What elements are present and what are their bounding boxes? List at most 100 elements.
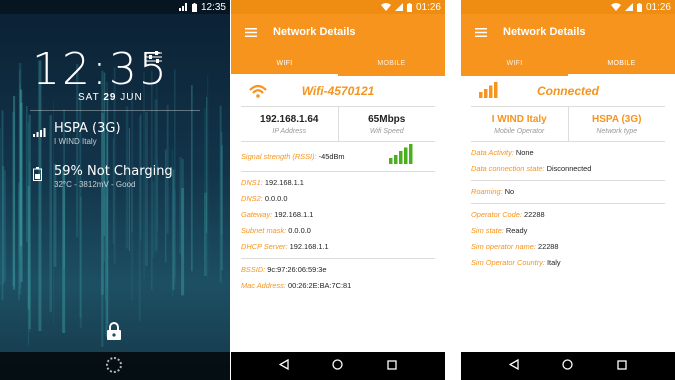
sliders-icon[interactable] [146, 50, 162, 69]
detail-value: 0.0.0.0 [288, 226, 311, 235]
lock-status-bar: 12:35 [0, 0, 230, 14]
detail-value: 0.0.0.0 [264, 194, 288, 203]
detail-row: Sim state: Ready [471, 223, 665, 239]
detail-row: Mac Address: 00:26:2E:BA:7C:81 [241, 278, 435, 294]
app-toolbar: Network Details [461, 14, 675, 50]
detail-row: DNS1: 192.168.1.1 [241, 175, 435, 191]
tab-mobile[interactable]: MOBILE [338, 50, 445, 76]
detail-value: Disconnected [546, 164, 592, 173]
date-month: JUN [120, 92, 143, 103]
status-bar: 01:26 [231, 0, 445, 14]
mac-section: BSSID: 9c:97:26:06:59:3e Mac Address: 00… [241, 259, 435, 297]
detail-key: Sim operator name: [471, 242, 536, 251]
detail-value: 192.168.1.1 [264, 178, 304, 187]
detail-value: Ready [505, 226, 528, 235]
wifi-status-icon [178, 3, 188, 11]
detail-key: DNS2: [241, 194, 263, 203]
lock-date: SAT 29 JUN [78, 92, 143, 103]
app-toolbar: Network Details [231, 14, 445, 50]
signal-label: Signal strength (RSSI): [241, 151, 317, 161]
detail-row: Sim operator name: 22288 [471, 239, 665, 255]
tab-bar: WIFI MOBILE [231, 50, 445, 76]
detail-key: Data Activity: [471, 148, 514, 157]
ssid: Wifi-4570121 [301, 84, 375, 98]
wifi-summary: 192.168.1.64 IP Address 65Mbps Wifi Spee… [241, 106, 435, 142]
roaming-section: Roaming: No [471, 181, 665, 204]
loading-spinner-icon [106, 357, 122, 373]
battery-widget[interactable]: 59% Not Charging 32°C - 3812mV - Good [33, 164, 173, 189]
tab-wifi[interactable]: WIFI [461, 50, 568, 76]
lock-screen: 12:35 12:35 SAT 29 JUN HSPA (3G) I WIND … [0, 0, 230, 380]
network-type: HSPA (3G) [592, 113, 642, 125]
detail-key: Sim state: [471, 226, 504, 235]
detail-key: Gateway: [241, 210, 273, 219]
battery-status-icon [636, 2, 642, 12]
detail-key: Operator Code: [471, 210, 522, 219]
operator-cell: I WIND Italy Mobile Operator [471, 107, 568, 141]
network-type-label: Network type [596, 127, 638, 135]
tab-mobile[interactable]: MOBILE [568, 50, 675, 76]
status-bar: 01:26 [461, 0, 675, 14]
sim-section: Operator Code: 22288 Sim state: Ready Si… [471, 204, 665, 274]
back-icon[interactable] [278, 357, 289, 375]
detail-row: Sim Operator Country: Italy [471, 255, 665, 271]
date-day: SAT [78, 92, 100, 103]
detail-key: Roaming: [471, 187, 503, 196]
battery-details: 32°C - 3812mV - Good [54, 180, 136, 189]
detail-row: Roaming: No [471, 184, 665, 200]
detail-value: None [515, 148, 534, 157]
wifi-status-icon [610, 3, 621, 11]
detail-value: 22288 [537, 242, 559, 251]
lock-icon[interactable] [106, 322, 122, 345]
detail-value: 192.168.1.1 [289, 242, 329, 251]
back-icon[interactable] [508, 357, 519, 375]
battery-status-icon [191, 2, 197, 12]
home-icon[interactable] [332, 357, 344, 375]
mobile-summary: I WIND Italy Mobile Operator HSPA (3G) N… [471, 106, 665, 142]
recents-icon[interactable] [387, 357, 397, 375]
detail-key: Subnet mask: [241, 226, 287, 235]
detail-row: DHCP Server: 192.168.1.1 [241, 239, 435, 255]
battery-status: 59% Not Charging [54, 164, 173, 179]
detail-key: Data connection state: [471, 164, 545, 173]
detail-value: 9c:97:26:06:59:3e [267, 265, 327, 274]
recents-icon[interactable] [617, 357, 627, 375]
detail-key: DNS1: [241, 178, 263, 187]
detail-row: Subnet mask: 0.0.0.0 [241, 223, 435, 239]
wifi-speed: 65Mbps [368, 113, 406, 125]
connection-status: Connected [536, 84, 599, 98]
screenshot-collage: 12:35 12:35 SAT 29 JUN HSPA (3G) I WIND … [0, 0, 675, 380]
operator-label: Mobile Operator [494, 127, 545, 135]
network-name: HSPA (3G) [54, 121, 121, 136]
app-title: Network Details [503, 26, 586, 38]
signal-bars-icon [33, 124, 47, 142]
ip-address: 192.168.1.64 [260, 113, 319, 125]
wifi-status-icon [380, 3, 391, 11]
menu-icon[interactable] [231, 14, 271, 50]
data-section: Data Activity: None Data connection stat… [471, 142, 665, 181]
detail-key: Mac Address: [241, 281, 286, 290]
tab-wifi[interactable]: WIFI [231, 50, 338, 76]
home-icon[interactable] [562, 357, 574, 375]
signal-strength-row: Signal strength (RSSI): -45dBm [241, 149, 345, 165]
nav-bar [461, 352, 675, 380]
detail-row: Data connection state: Disconnected [471, 161, 665, 177]
ip-cell: 192.168.1.64 IP Address [241, 107, 338, 141]
ssid-row: Wifi-4570121 [231, 76, 445, 106]
network-details-mobile: 01:26 Network Details WIFI MOBILE Connec… [461, 0, 675, 380]
signal-section: Signal strength (RSSI): -45dBm [241, 142, 435, 172]
detail-value: 192.168.1.1 [274, 210, 314, 219]
signal-status-icon [394, 3, 403, 11]
ip-label: IP Address [272, 127, 307, 135]
tab-bar: WIFI MOBILE [461, 50, 675, 76]
dns-section: DNS1: 192.168.1.1 DNS2: 0.0.0.0 Gateway:… [241, 172, 435, 259]
signal-status-icon [624, 3, 633, 11]
speed-cell: 65Mbps Wifi Speed [337, 107, 436, 141]
network-widget[interactable]: HSPA (3G) I WIND Italy [33, 121, 121, 146]
menu-icon[interactable] [461, 14, 501, 50]
detail-row: BSSID: 9c:97:26:06:59:3e [241, 262, 435, 278]
signal-bars-icon [479, 82, 499, 103]
detail-value: 22288 [524, 210, 545, 219]
date-num: 29 [103, 92, 117, 103]
detail-value: Italy [547, 258, 561, 267]
